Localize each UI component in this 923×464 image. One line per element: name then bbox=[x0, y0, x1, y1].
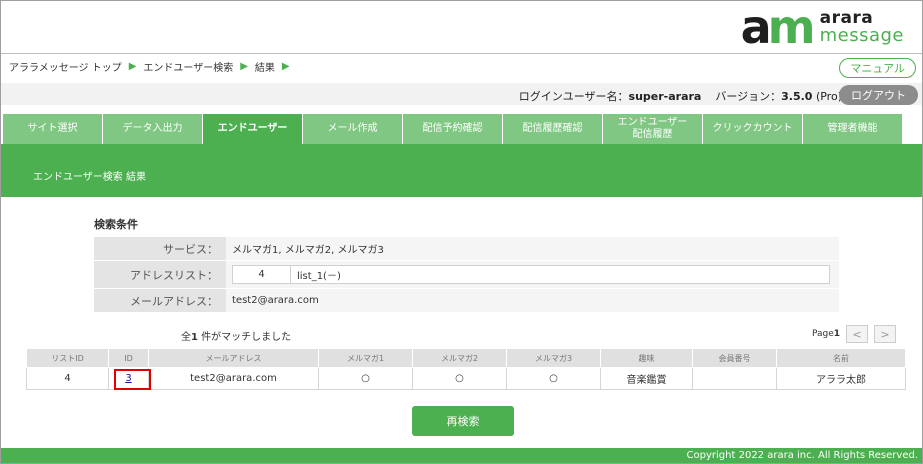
user-info: ログインユーザー名：super-arara バージョン：3.5.0 (Pro) bbox=[519, 88, 842, 104]
tab-site-select[interactable]: サイト選択 bbox=[3, 114, 102, 144]
tab-history-check[interactable]: 配信履歴確認 bbox=[503, 114, 602, 144]
cell-hobby: 音楽鑑賞 bbox=[600, 367, 693, 390]
address-list-id: 4 bbox=[233, 266, 291, 283]
col-header-m3: メルマガ3 bbox=[506, 348, 601, 368]
logo-mark-m: m bbox=[767, 0, 816, 54]
version-value: 3.5.0 bbox=[781, 90, 813, 103]
logo-mark: am bbox=[740, 0, 816, 54]
tab-enduser[interactable]: エンドユーザー bbox=[203, 114, 302, 144]
col-header-m2: メルマガ2 bbox=[412, 348, 507, 368]
service-value: メルマガ1, メルマガ2, メルマガ3 bbox=[226, 237, 839, 260]
research-button[interactable]: 再検索 bbox=[412, 406, 514, 436]
condition-row-email: メールアドレス： test2@arara.com bbox=[94, 289, 839, 313]
table-header-row: リストID ID メールアドレス メルマガ1 メルマガ2 メルマガ3 趣味 会員… bbox=[26, 348, 906, 368]
cell-m2: ○ bbox=[412, 367, 507, 390]
pager-current: 1 bbox=[833, 329, 840, 339]
breadcrumb-arrow-icon: ▶ bbox=[240, 61, 248, 72]
match-suffix: 件がマッチしました bbox=[197, 332, 292, 343]
pager-label: Page bbox=[811, 329, 834, 339]
col-header-hobby: 趣味 bbox=[600, 348, 693, 368]
service-label: サービス： bbox=[94, 237, 226, 260]
pager: Page 1 < > bbox=[812, 325, 896, 343]
email-value: test2@arara.com bbox=[226, 289, 839, 312]
condition-row-service: サービス： メルマガ1, メルマガ2, メルマガ3 bbox=[94, 237, 839, 261]
login-user-name: super-arara bbox=[628, 90, 702, 103]
address-list-value: 4 list_1(－) bbox=[226, 261, 839, 288]
tab-mail-create[interactable]: メール作成 bbox=[303, 114, 402, 144]
prev-page-button[interactable]: < bbox=[846, 325, 868, 343]
match-count: 全1 件がマッチしました bbox=[181, 328, 291, 343]
highlight-box bbox=[114, 369, 151, 390]
cell-m1: ○ bbox=[318, 367, 413, 390]
logo-text-message: message bbox=[819, 24, 904, 46]
address-list-name: list_1(－) bbox=[297, 271, 341, 282]
cell-member-no bbox=[692, 367, 777, 390]
result-table: リストID ID メールアドレス メルマガ1 メルマガ2 メルマガ3 趣味 会員… bbox=[26, 348, 906, 390]
cell-email: test2@arara.com bbox=[148, 367, 319, 390]
copyright-text: Copyright 2022 arara inc. All Rights Res… bbox=[686, 450, 918, 461]
breadcrumb: アララメッセージ トップ ▶ エンドユーザー検索 ▶ 結果 ▶ bbox=[9, 59, 297, 74]
col-header-email: メールアドレス bbox=[148, 348, 319, 368]
next-page-button[interactable]: > bbox=[874, 325, 896, 343]
arara-message-logo[interactable]: am arara message bbox=[740, 0, 904, 54]
tab-schedule-check[interactable]: 配信予約確認 bbox=[403, 114, 502, 144]
version-edition: (Pro) bbox=[815, 90, 842, 103]
col-header-m1: メルマガ1 bbox=[318, 348, 413, 368]
breadcrumb-arrow-icon: ▶ bbox=[128, 61, 137, 72]
col-header-member-no: 会員番号 bbox=[692, 348, 777, 368]
tab-click-count[interactable]: クリックカウント bbox=[703, 114, 802, 144]
cell-list-id: 4 bbox=[26, 367, 109, 390]
page-frame: am arara message アララメッセージ トップ ▶ エンドユーザー検… bbox=[0, 0, 923, 464]
col-header-list-id: リストID bbox=[26, 348, 109, 368]
logo-mark-a: a bbox=[740, 0, 772, 54]
tab-admin[interactable]: 管理者機能 bbox=[803, 114, 902, 144]
match-prefix: 全 bbox=[181, 332, 191, 343]
login-user-label: ログインユーザー名： bbox=[518, 90, 629, 103]
logo-text-arara: arara bbox=[819, 7, 874, 28]
tab-data-io[interactable]: データ入出力 bbox=[103, 114, 202, 144]
address-list-label: アドレスリスト： bbox=[94, 261, 226, 288]
email-label: メールアドレス： bbox=[94, 289, 226, 312]
condition-row-address-list: アドレスリスト： 4 list_1(－) bbox=[94, 261, 839, 289]
version-label: バージョン： bbox=[715, 90, 782, 103]
header-divider bbox=[1, 53, 922, 54]
breadcrumb-top[interactable]: アララメッセージ トップ bbox=[9, 59, 122, 74]
col-header-name: 名前 bbox=[776, 348, 906, 368]
col-header-id: ID bbox=[108, 348, 149, 368]
main-tabs: サイト選択 データ入出力 エンドユーザー メール作成 配信予約確認 配信履歴確認… bbox=[3, 114, 903, 144]
match-number: 1 bbox=[191, 332, 198, 343]
search-conditions-title: 検索条件 bbox=[94, 218, 138, 231]
logout-button[interactable]: ログアウト bbox=[839, 85, 918, 105]
cell-m3: ○ bbox=[506, 367, 601, 390]
search-conditions: サービス： メルマガ1, メルマガ2, メルマガ3 アドレスリスト： 4 lis… bbox=[94, 237, 839, 313]
breadcrumb-enduser-search[interactable]: エンドユーザー検索 bbox=[143, 59, 233, 74]
breadcrumb-result: 結果 bbox=[254, 63, 275, 74]
cell-name: アララ太郎 bbox=[776, 367, 906, 390]
address-list-box: 4 list_1(－) bbox=[232, 265, 830, 284]
tab-enduser-history[interactable]: エンドユーザー 配信履歴 bbox=[603, 114, 702, 144]
page-title: エンドユーザー検索 結果 bbox=[33, 172, 146, 183]
logo-text: arara message bbox=[819, 7, 904, 46]
cell-id: 3 bbox=[108, 367, 151, 390]
manual-button[interactable]: マニュアル bbox=[839, 58, 916, 78]
breadcrumb-arrow-icon: ▶ bbox=[281, 61, 290, 72]
table-row: 4 3 test2@arara.com ○ ○ ○ 音楽鑑賞 アララ太郎 bbox=[26, 367, 906, 390]
